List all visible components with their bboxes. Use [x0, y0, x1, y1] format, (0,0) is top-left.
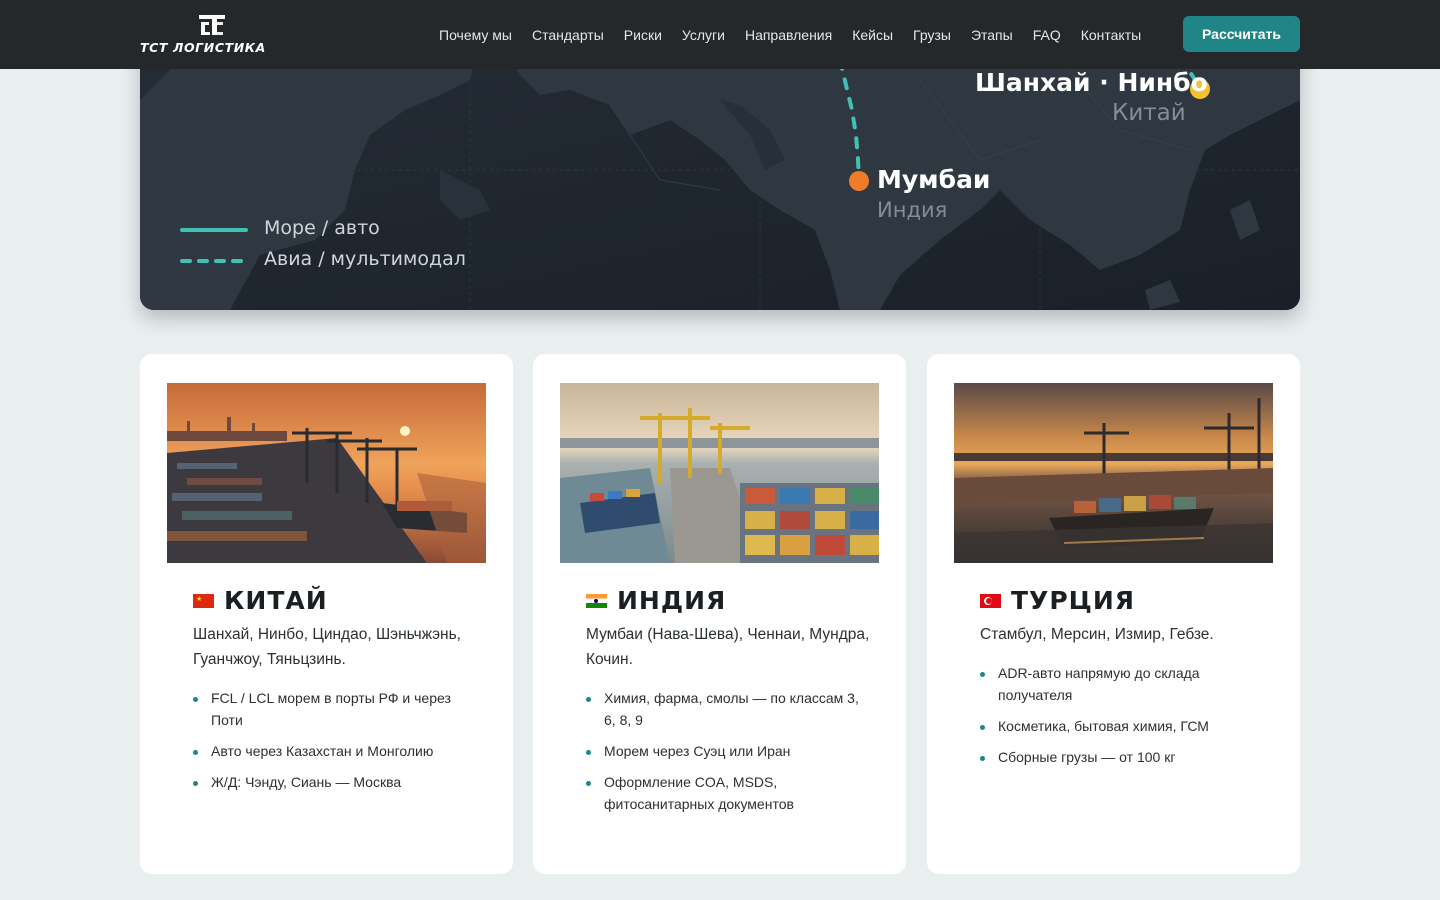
- list-item: Авто через Казахстан и Монголию: [193, 740, 473, 762]
- india-cities: Мумбаи (Нава-Шева), Ченнаи, Мундра, Кочи…: [586, 626, 870, 668]
- legend-air-multimodal: Авиа / мультимодал: [264, 248, 466, 270]
- calculate-button[interactable]: Рассчитать: [1183, 16, 1300, 52]
- turkey-flag-icon: [980, 593, 1001, 608]
- tst-logo-icon: [199, 15, 225, 35]
- direction-card-india: ИНДИЯ Мумбаи (Нава-Шева), Ченнаи, Мундра…: [533, 354, 906, 874]
- logo[interactable]: ТСТ ЛОГИСТИКА: [140, 12, 285, 56]
- china-cities: Шанхай, Нинбо, Циндао, Шэньчжэнь, Гуанчж…: [193, 626, 461, 668]
- china-flag-icon: ★: [193, 593, 214, 608]
- list-item: Химия, фарма, смолы — по классам 3, 6, 8…: [586, 687, 866, 731]
- nav-faq[interactable]: FAQ: [1023, 27, 1071, 43]
- list-item: FCL / LCL морем в порты РФ и через Поти: [193, 687, 473, 731]
- routes-map: Шанхай · Нинбо Китай Мумбаи Индия Море /…: [140, 40, 1300, 310]
- logo-text: ТСТ ЛОГИСТИКА: [140, 40, 266, 55]
- main-nav: Почему мы Стандарты Риски Услуги Направл…: [429, 0, 1151, 69]
- turkey-title: ТУРЦИЯ: [980, 586, 1135, 615]
- nav-cases[interactable]: Кейсы: [842, 27, 903, 43]
- turkey-country-name: ТУРЦИЯ: [1011, 586, 1136, 615]
- legend-sea-auto: Море / авто: [264, 217, 380, 239]
- mumbai-label: Мумбаи: [877, 165, 991, 194]
- turkey-services-list: ADR-авто напрямую до склада получателя К…: [980, 662, 1260, 777]
- china-label: Китай: [1112, 100, 1186, 126]
- nav-services[interactable]: Услуги: [672, 27, 735, 43]
- india-services-list: Химия, фарма, смолы — по классам 3, 6, 8…: [586, 687, 866, 824]
- china-port-photo: [167, 383, 486, 563]
- turkey-port-photo: [954, 383, 1273, 563]
- direction-card-china: ★ КИТАЙ Шанхай, Нинбо, Циндао, Шэньчжэнь…: [140, 354, 513, 874]
- nav-stages[interactable]: Этапы: [961, 27, 1023, 43]
- mumbai-marker[interactable]: [849, 171, 869, 191]
- list-item: Косметика, бытовая химия, ГСМ: [980, 715, 1260, 737]
- list-item: Сборные грузы — от 100 кг: [980, 746, 1260, 768]
- india-label: Индия: [877, 198, 948, 222]
- nav-risks[interactable]: Риски: [614, 27, 672, 43]
- shanghai-label: Шанхай · Нинбо: [975, 68, 1208, 97]
- nav-directions[interactable]: Направления: [735, 27, 842, 43]
- nav-cargo[interactable]: Грузы: [903, 27, 961, 43]
- list-item: Морем через Суэц или Иран: [586, 740, 866, 762]
- china-title: ★ КИТАЙ: [193, 586, 328, 615]
- turkey-cities: Стамбул, Мерсин, Измир, Гебзе.: [980, 626, 1214, 643]
- china-country-name: КИТАЙ: [224, 586, 328, 615]
- india-port-photo: [560, 383, 879, 563]
- nav-contacts[interactable]: Контакты: [1071, 27, 1151, 43]
- site-header: ТСТ ЛОГИСТИКА Почему мы Стандарты Риски …: [0, 0, 1440, 69]
- direction-card-turkey: ТУРЦИЯ Стамбул, Мерсин, Измир, Гебзе. AD…: [927, 354, 1300, 874]
- india-title: ИНДИЯ: [586, 586, 726, 615]
- china-services-list: FCL / LCL морем в порты РФ и через Поти …: [193, 687, 473, 802]
- list-item: Оформление COA, MSDS, фитосанитарных док…: [586, 771, 866, 815]
- nav-standards[interactable]: Стандарты: [522, 27, 614, 43]
- nav-why-us[interactable]: Почему мы: [429, 27, 522, 43]
- india-flag-icon: [586, 593, 607, 608]
- list-item: ADR-авто напрямую до склада получателя: [980, 662, 1260, 706]
- list-item: Ж/Д: Чэнду, Сиань — Москва: [193, 771, 473, 793]
- india-country-name: ИНДИЯ: [617, 586, 727, 615]
